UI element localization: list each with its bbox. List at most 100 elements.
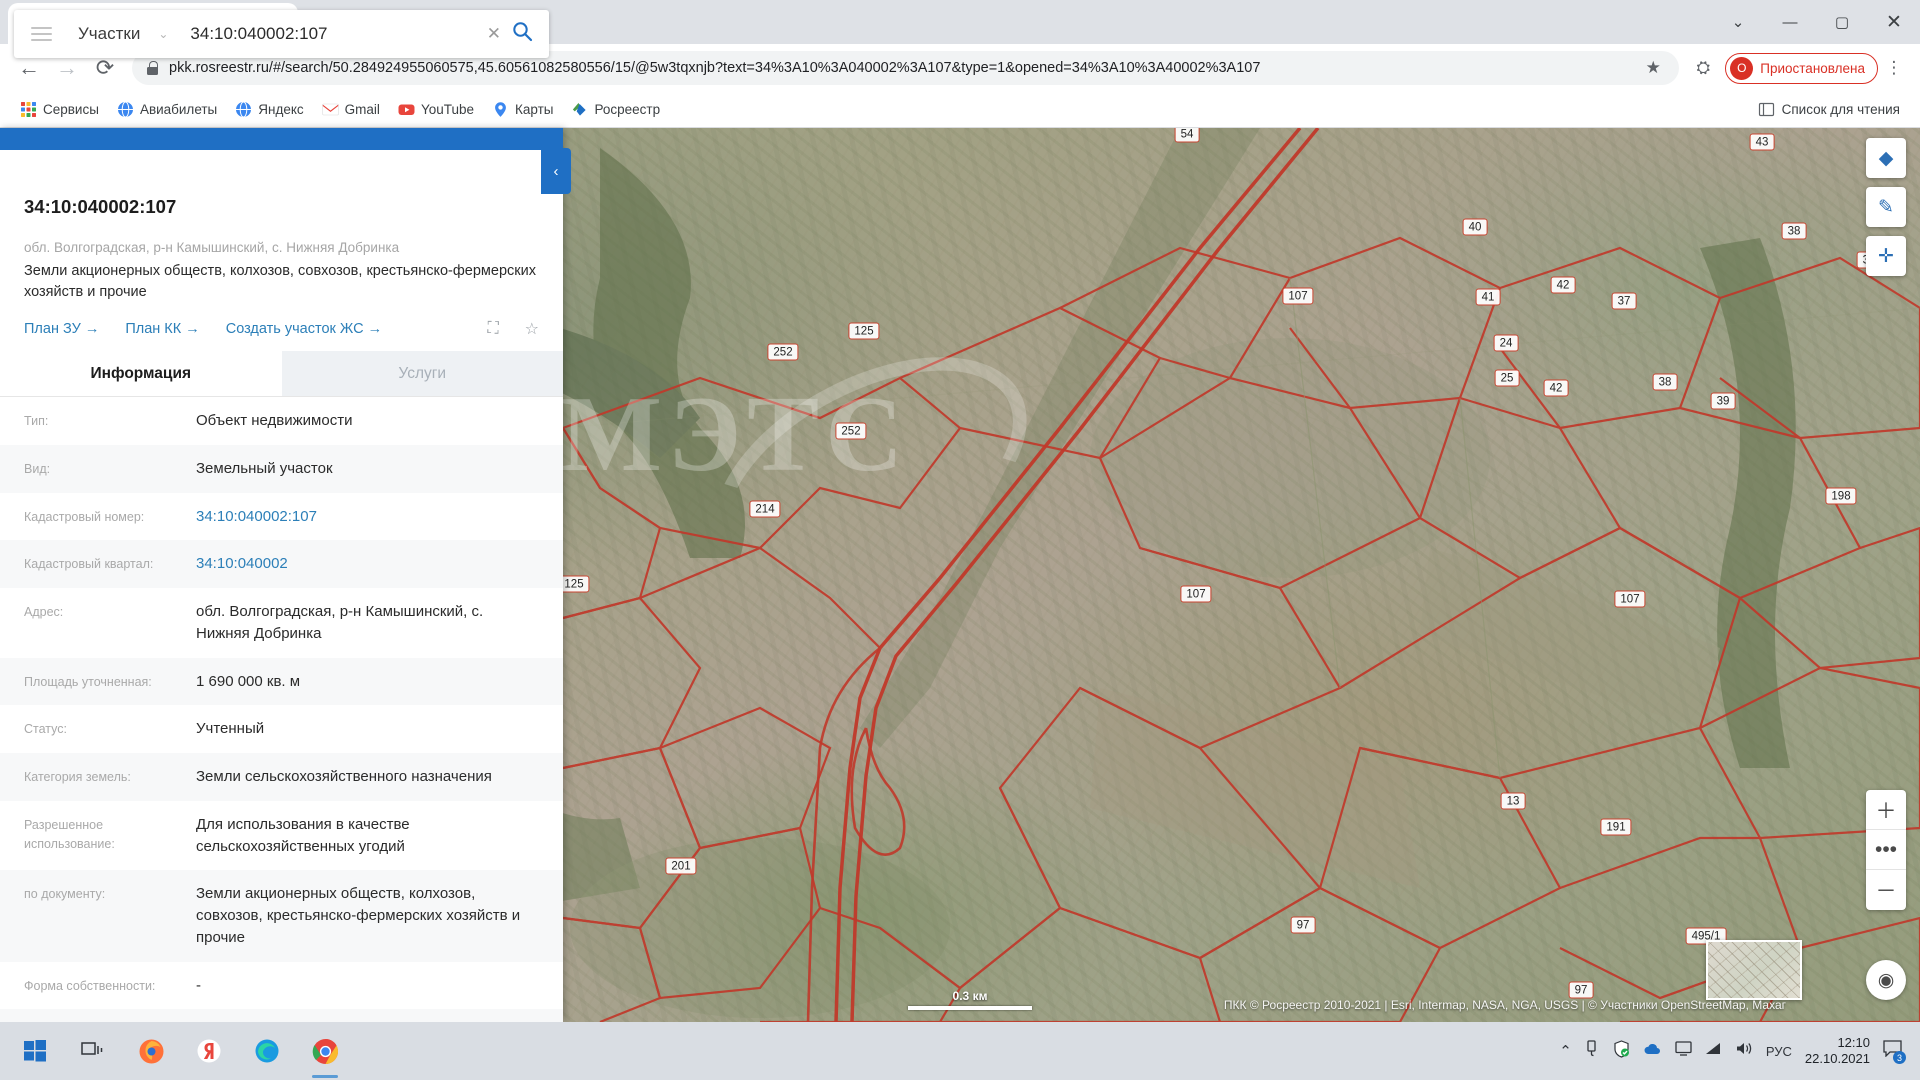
search-bar[interactable]: Участки ⌄ 34:10:040002:107 ✕ bbox=[14, 10, 549, 58]
info-key: Разрешенное использование: bbox=[24, 814, 196, 854]
parcel-number-label[interactable]: 37 bbox=[1612, 293, 1637, 310]
table-row: Кадастровая стоимость:338 000 руб. bbox=[0, 1009, 563, 1022]
clear-search-icon[interactable]: ✕ bbox=[476, 24, 512, 44]
parcel-number-label[interactable]: 97 bbox=[1569, 982, 1594, 999]
zoom-out-button[interactable]: － bbox=[1866, 870, 1906, 910]
search-result-panel: 34:10:040002:107 обл. Волгоградская, р-н… bbox=[0, 128, 563, 1022]
parcel-number-label[interactable]: 54 bbox=[1175, 128, 1200, 143]
lock-icon bbox=[146, 61, 159, 75]
zoom-in-button[interactable]: ＋ bbox=[1866, 790, 1906, 830]
action-center-icon[interactable]: 3 bbox=[1883, 1040, 1902, 1062]
window-maximize-button[interactable]: ▢ bbox=[1816, 0, 1868, 44]
table-row: Разрешенное использование:Для использова… bbox=[0, 801, 563, 871]
parcel-number-label[interactable]: 42 bbox=[1551, 277, 1576, 294]
parcel-number-label[interactable]: 107 bbox=[1180, 586, 1211, 603]
plan-kk-link[interactable]: План КК → bbox=[125, 321, 199, 337]
zoom-more-button[interactable]: ••• bbox=[1866, 830, 1906, 870]
parcel-number-label[interactable]: 24 bbox=[1494, 335, 1519, 352]
parcel-number-label[interactable]: 198 bbox=[1825, 488, 1856, 505]
window-more-icon[interactable]: ⌄ bbox=[1712, 0, 1764, 44]
parcel-number-label[interactable]: 201 bbox=[665, 858, 696, 875]
parcel-number-label[interactable]: 97 bbox=[1291, 917, 1316, 934]
usb-eject-icon[interactable] bbox=[1585, 1040, 1600, 1062]
window-minimize-button[interactable]: — bbox=[1764, 0, 1816, 44]
info-value: 1 690 000 кв. м bbox=[196, 671, 539, 693]
parcel-number-label[interactable]: 252 bbox=[835, 423, 866, 440]
table-row: Категория земель:Земли сельскохозяйствен… bbox=[0, 753, 563, 801]
parcel-number-label[interactable]: 42 bbox=[1544, 380, 1569, 397]
chrome-menu-icon[interactable]: ⋮ bbox=[1878, 52, 1910, 84]
volume-icon[interactable] bbox=[1735, 1041, 1753, 1061]
parcel-number-label[interactable]: 107 bbox=[1614, 591, 1645, 608]
bookmark-label: Сервисы bbox=[43, 102, 99, 117]
hamburger-icon[interactable] bbox=[24, 27, 58, 41]
language-indicator[interactable]: РУС bbox=[1766, 1044, 1792, 1059]
search-input[interactable]: 34:10:040002:107 bbox=[190, 24, 475, 44]
panel-content: 34:10:040002:107 обл. Волгоградская, р-н… bbox=[0, 150, 563, 1022]
task-view-button[interactable] bbox=[64, 1022, 122, 1080]
screen-icon[interactable] bbox=[1675, 1041, 1692, 1061]
parcel-number-label[interactable]: 38 bbox=[1653, 374, 1678, 391]
info-value[interactable]: 34:10:040002 bbox=[196, 553, 539, 575]
rosreestr-icon bbox=[571, 101, 588, 118]
plan-zu-link[interactable]: План ЗУ → bbox=[24, 321, 99, 337]
bookmark-star-icon[interactable]: ★ bbox=[1641, 52, 1665, 84]
info-value[interactable]: 34:10:040002:107 bbox=[196, 506, 539, 528]
bookmark-item[interactable]: Gmail bbox=[314, 97, 388, 122]
parcel-number-label[interactable]: 252 bbox=[767, 344, 798, 361]
parcel-number-label[interactable]: 40 bbox=[1463, 219, 1488, 236]
search-category-select[interactable]: Участки bbox=[78, 24, 140, 44]
minimap-overview[interactable] bbox=[1706, 940, 1802, 1000]
locate-target-icon[interactable]: ✛ bbox=[1866, 236, 1906, 276]
info-key: Статус: bbox=[24, 718, 196, 739]
parcel-number-label[interactable]: 13 bbox=[1501, 793, 1526, 810]
tab-services[interactable]: Услуги bbox=[282, 351, 564, 396]
bookmark-item[interactable]: Сервисы bbox=[12, 97, 107, 122]
extensions-icon[interactable]: ⛭ bbox=[1687, 52, 1719, 84]
edge-taskbar-icon[interactable] bbox=[238, 1022, 296, 1080]
onedrive-icon[interactable] bbox=[1643, 1042, 1662, 1061]
measure-ruler-icon[interactable]: ✎ bbox=[1866, 187, 1906, 227]
parcel-number-label[interactable]: 125 bbox=[558, 576, 589, 593]
parcel-number-label[interactable]: 214 bbox=[749, 501, 780, 518]
parcel-number-label[interactable]: 125 bbox=[848, 323, 879, 340]
security-shield-icon[interactable] bbox=[1613, 1040, 1630, 1063]
bookmark-item[interactable]: YouTube bbox=[390, 97, 482, 122]
create-plot-link[interactable]: Создать участок ЖС → bbox=[226, 321, 382, 337]
parcel-action-links: План ЗУ → План КК → Создать участок ЖС →… bbox=[24, 319, 539, 351]
search-icon[interactable] bbox=[512, 21, 539, 48]
favorite-star-icon[interactable]: ☆ bbox=[525, 319, 539, 339]
info-value: Земли акционерных обществ, колхозов, сов… bbox=[196, 883, 539, 948]
parcel-number-label[interactable]: 39 bbox=[1711, 393, 1736, 410]
network-icon[interactable] bbox=[1705, 1041, 1722, 1061]
show-hidden-icons[interactable]: ⌃ bbox=[1559, 1042, 1572, 1060]
parcel-number-label[interactable]: 107 bbox=[1282, 288, 1313, 305]
bookmark-item[interactable]: Росреестр bbox=[563, 97, 668, 122]
table-row: Вид:Земельный участок bbox=[0, 445, 563, 493]
start-button[interactable] bbox=[6, 1022, 64, 1080]
parcel-number-label[interactable]: 43 bbox=[1750, 134, 1775, 151]
compass-button[interactable]: ◉ bbox=[1866, 960, 1906, 1000]
window-close-button[interactable]: ✕ bbox=[1868, 0, 1920, 44]
search-plan-icon[interactable]: ⛶ bbox=[487, 320, 498, 338]
panel-collapse-button[interactable]: ‹ bbox=[541, 148, 571, 194]
chevron-down-icon[interactable]: ⌄ bbox=[158, 27, 168, 41]
taskbar-clock[interactable]: 12:10 22.10.2021 bbox=[1805, 1035, 1870, 1068]
yandex-taskbar-icon[interactable] bbox=[180, 1022, 238, 1080]
firefox-taskbar-icon[interactable] bbox=[122, 1022, 180, 1080]
globe-icon bbox=[235, 101, 252, 118]
parcel-header: 34:10:040002:107 обл. Волгоградская, р-н… bbox=[0, 150, 563, 351]
chrome-taskbar-icon[interactable] bbox=[296, 1022, 354, 1080]
bookmark-item[interactable]: Яндекс bbox=[227, 97, 311, 122]
bookmark-item[interactable]: Авиабилеты bbox=[109, 97, 225, 122]
table-row: Кадастровый квартал:34:10:040002 bbox=[0, 540, 563, 588]
layers-icon[interactable]: ◆ bbox=[1866, 138, 1906, 178]
bookmark-item[interactable]: Карты bbox=[484, 97, 561, 122]
profile-button[interactable]: O Приостановлена bbox=[1725, 53, 1878, 84]
tab-information[interactable]: Информация bbox=[0, 351, 282, 396]
parcel-number-label[interactable]: 38 bbox=[1782, 223, 1807, 240]
reading-list-button[interactable]: Список для чтения bbox=[1750, 97, 1908, 122]
parcel-number-label[interactable]: 41 bbox=[1476, 289, 1501, 306]
parcel-number-label[interactable]: 25 bbox=[1495, 370, 1520, 387]
parcel-number-label[interactable]: 191 bbox=[1600, 819, 1631, 836]
